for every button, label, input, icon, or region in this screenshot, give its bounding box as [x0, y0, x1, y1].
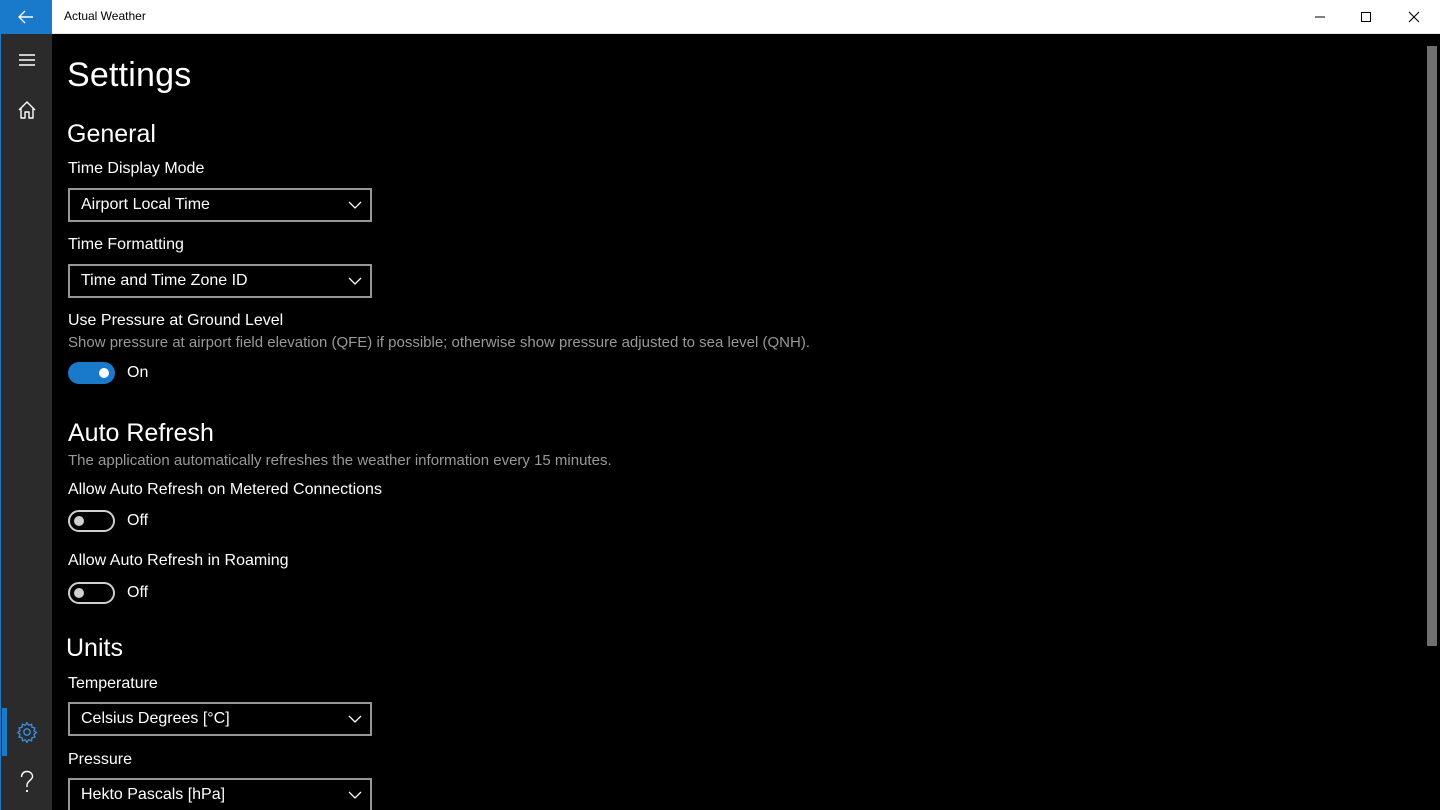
- temperature-label: Temperature: [68, 675, 158, 692]
- section-heading-auto-refresh: Auto Refresh: [68, 419, 214, 447]
- minimize-icon: [1315, 16, 1325, 18]
- time-formatting-dropdown[interactable]: Time and Time Zone ID: [68, 264, 372, 298]
- section-heading-units: Units: [66, 634, 123, 662]
- question-mark-icon: [20, 770, 34, 793]
- ground-pressure-state: On: [127, 364, 149, 381]
- ground-pressure-label: Use Pressure at Ground Level: [68, 312, 284, 329]
- close-icon: [1408, 11, 1420, 23]
- maximize-icon: [1361, 12, 1371, 22]
- settings-page: Settings General Time Display Mode Airpo…: [52, 34, 1424, 810]
- navigation-rail: [0, 34, 52, 810]
- metered-refresh-label: Allow Auto Refresh on Metered Connection…: [68, 481, 382, 498]
- time-display-mode-value: Airport Local Time: [81, 196, 210, 213]
- maximize-button[interactable]: [1342, 0, 1390, 34]
- time-formatting-label: Time Formatting: [68, 236, 184, 253]
- time-display-mode-dropdown[interactable]: Airport Local Time: [68, 188, 372, 222]
- metered-refresh-toggle[interactable]: [68, 510, 115, 532]
- help-nav-button[interactable]: [1, 758, 53, 806]
- home-icon: [18, 101, 36, 119]
- toggle-knob: [99, 368, 109, 378]
- time-display-mode-label: Time Display Mode: [68, 160, 205, 177]
- settings-nav-button[interactable]: [1, 708, 53, 756]
- window-title: Actual Weather: [64, 9, 146, 23]
- close-button[interactable]: [1390, 0, 1438, 34]
- roaming-refresh-toggle-row: Off: [68, 582, 148, 604]
- minimize-button[interactable]: [1296, 0, 1344, 34]
- metered-refresh-toggle-row: Off: [68, 510, 148, 532]
- vertical-scrollbar[interactable]: [1424, 34, 1440, 810]
- arrow-left-icon: [18, 10, 33, 24]
- roaming-refresh-state: Off: [127, 584, 149, 601]
- section-heading-general: General: [67, 120, 156, 148]
- ground-pressure-description: Show pressure at airport field elevation…: [68, 334, 810, 351]
- temperature-unit-value: Celsius Degrees [°C]: [81, 710, 230, 727]
- hamburger-menu-icon: [19, 54, 35, 66]
- pressure-unit-dropdown[interactable]: Hekto Pascals [hPa]: [68, 778, 372, 810]
- selection-indicator: [2, 708, 7, 756]
- back-button[interactable]: [0, 0, 52, 34]
- chevron-down-icon: [348, 201, 362, 209]
- home-nav-button[interactable]: [1, 86, 53, 134]
- temperature-unit-dropdown[interactable]: Celsius Degrees [°C]: [68, 702, 372, 736]
- scrollbar-thumb[interactable]: [1427, 46, 1437, 646]
- ground-pressure-toggle-row: On: [68, 362, 148, 384]
- pressure-label: Pressure: [68, 751, 133, 768]
- title-bar: Actual Weather: [0, 0, 1440, 34]
- chevron-down-icon: [348, 791, 362, 799]
- hamburger-menu-button[interactable]: [1, 36, 53, 84]
- chevron-down-icon: [348, 277, 362, 285]
- toggle-knob: [74, 516, 84, 526]
- roaming-refresh-label: Allow Auto Refresh in Roaming: [68, 552, 289, 569]
- chevron-down-icon: [348, 715, 362, 723]
- page-title: Settings: [67, 56, 192, 94]
- time-formatting-value: Time and Time Zone ID: [81, 272, 248, 289]
- metered-refresh-state: Off: [127, 512, 149, 529]
- gear-icon: [16, 721, 38, 743]
- ground-pressure-toggle[interactable]: [68, 362, 115, 384]
- pressure-unit-value: Hekto Pascals [hPa]: [81, 786, 226, 803]
- auto-refresh-description: The application automatically refreshes …: [68, 452, 612, 469]
- roaming-refresh-toggle[interactable]: [68, 582, 115, 604]
- toggle-knob: [74, 588, 84, 598]
